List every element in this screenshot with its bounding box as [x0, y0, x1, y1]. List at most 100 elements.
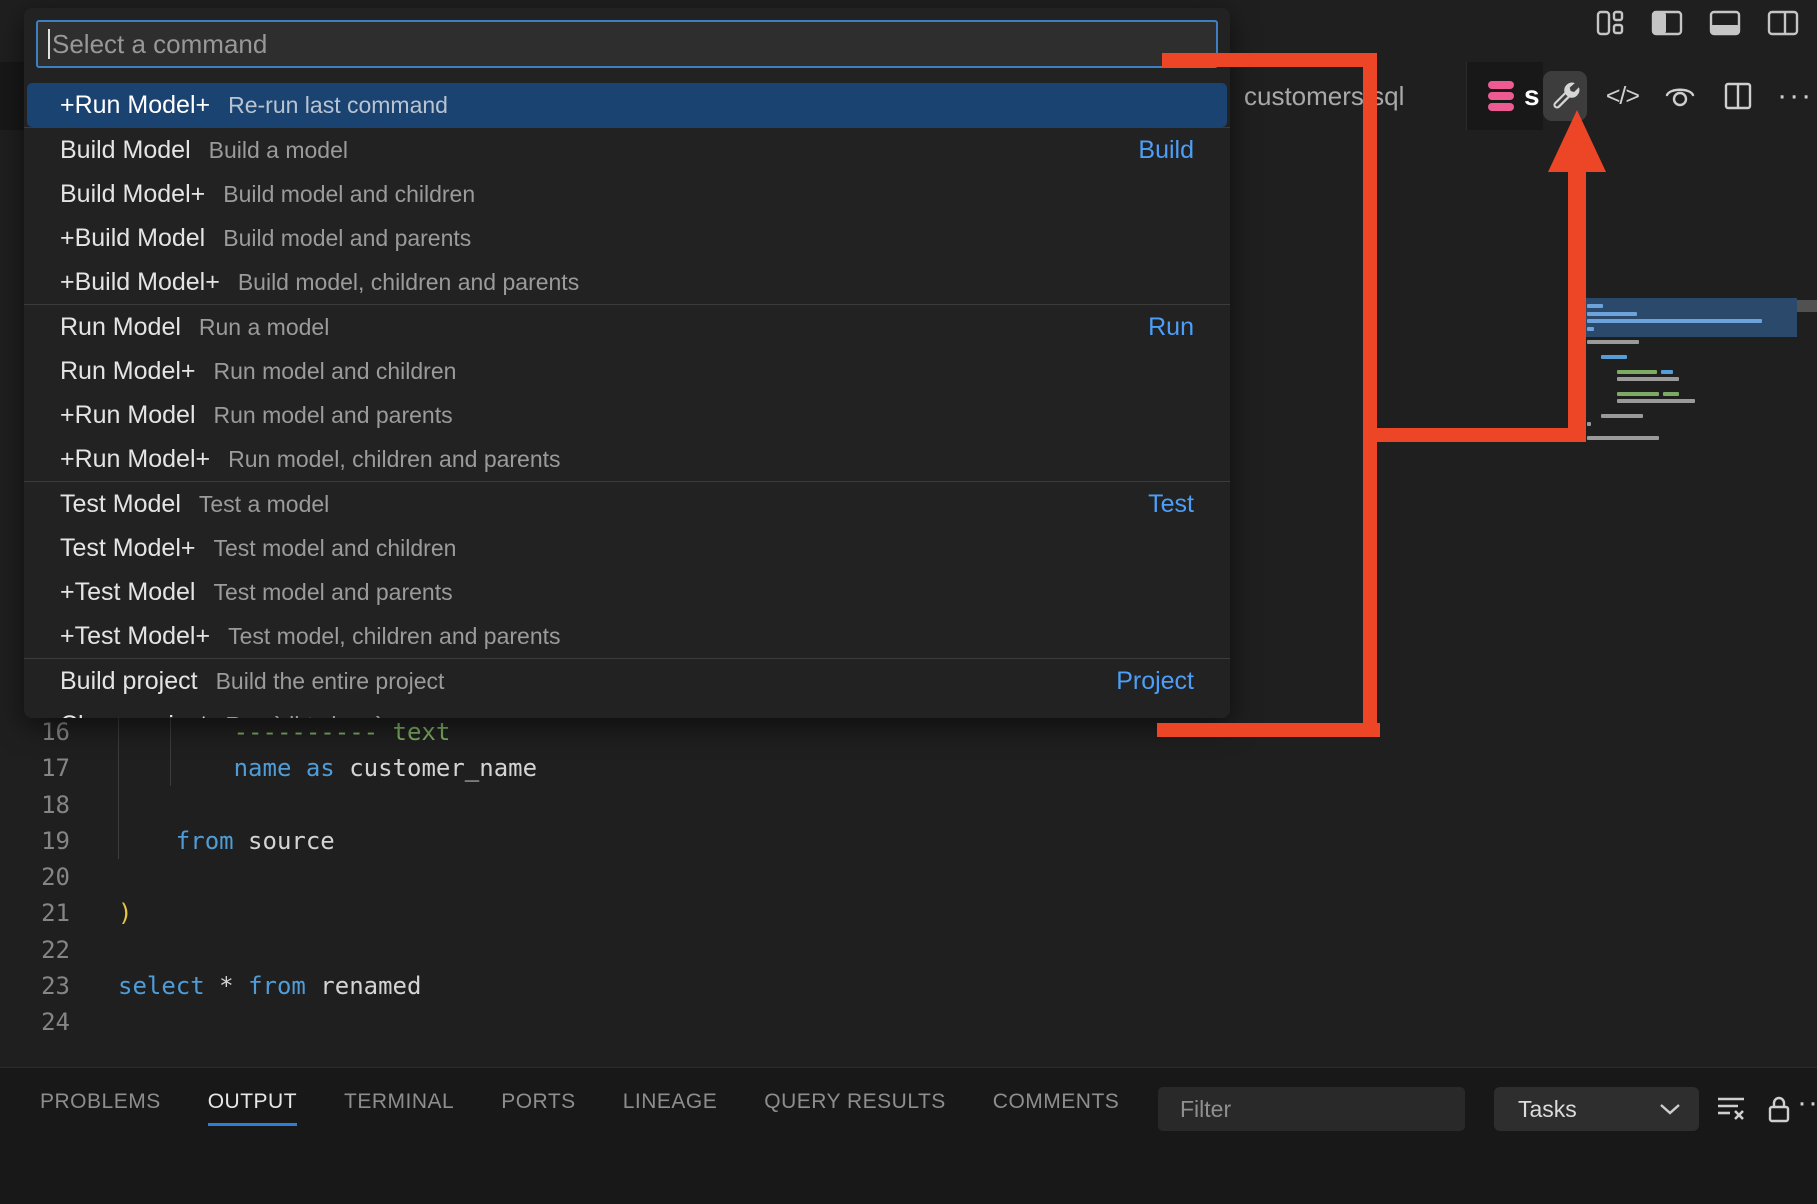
command-item-description: Build model, children and parents [238, 269, 1194, 296]
editor-scrollbar-thumb[interactable] [1797, 300, 1817, 312]
command-item-label: Test Model [60, 490, 181, 519]
command-item-description: Test model, children and parents [228, 623, 1194, 650]
command-item[interactable]: +Test ModelTest model and parents [27, 570, 1227, 614]
tasks-dropdown-value: Tasks [1518, 1096, 1577, 1123]
command-item[interactable]: +Build ModelBuild model and parents [27, 216, 1227, 260]
command-item-category: Project [1116, 667, 1194, 696]
command-palette: Select a command +Run Model+Re-run last … [24, 8, 1230, 718]
line-number: 24 [0, 1008, 70, 1036]
split-editor-icon [1723, 81, 1753, 111]
command-item[interactable]: Clean project Run `dbt clean` [27, 703, 1227, 718]
command-item-label: Clean project [60, 711, 207, 719]
command-item-description: Build model and children [223, 181, 1194, 208]
line-number: 16 [0, 718, 70, 746]
command-item[interactable]: Test Model+Test model and children [27, 526, 1227, 570]
command-item[interactable]: Run ModelRun a modelRun [27, 305, 1227, 349]
command-item-label: Build Model+ [60, 180, 205, 209]
annotation-line-top [1162, 53, 1377, 67]
command-item-label: +Run Model+ [60, 445, 210, 474]
toggle-panel-icon[interactable] [1709, 8, 1741, 38]
command-item-label: +Test Model [60, 578, 196, 607]
command-item[interactable]: Test ModelTest a modelTest [27, 482, 1227, 526]
db-action-group[interactable]: s [1488, 62, 1540, 130]
code-line[interactable]: 23select * from renamed [0, 968, 537, 1004]
code-line[interactable]: 21) [0, 895, 537, 931]
command-item[interactable]: +Test Model+ Test model, children and par… [27, 614, 1227, 658]
command-item-description: Run `dbt clean` [225, 712, 1194, 719]
panel-more-button[interactable]: ··· [1797, 1086, 1817, 1120]
line-number: 23 [0, 972, 70, 1000]
code-icon: </> [1606, 82, 1639, 111]
command-item[interactable]: Run Model+ Run model and children [27, 349, 1227, 393]
command-item[interactable]: Build ModelBuild a modelBuild [27, 128, 1227, 172]
command-input[interactable]: Select a command [36, 20, 1218, 68]
command-item-label: +Test Model+ [60, 622, 210, 651]
preview-button[interactable] [1658, 71, 1702, 121]
command-item[interactable]: Build Model+ Build model and children [27, 172, 1227, 216]
command-item[interactable]: +Run Model+Run model, children and paren… [27, 437, 1227, 481]
more-actions-button[interactable]: ··· [1773, 71, 1817, 121]
command-item-description: Run model and children [214, 358, 1195, 385]
command-item[interactable]: +Run Model+Re-run last command [27, 83, 1227, 127]
command-item-label: Run Model [60, 313, 181, 342]
command-item-label: +Run Model [60, 401, 196, 430]
filter-placeholder: Filter [1180, 1096, 1231, 1123]
line-text: name as customer_name [70, 754, 537, 782]
split-editor-button[interactable] [1716, 71, 1760, 121]
command-item-label: Run Model+ [60, 357, 196, 386]
command-item-label: +Run Model+ [60, 91, 210, 120]
line-number: 22 [0, 936, 70, 964]
tasks-dropdown[interactable]: Tasks [1494, 1087, 1699, 1131]
panel-tabs: PROBLEMS OUTPUT TERMINAL PORTS LINEAGE QUERY … [40, 1090, 1119, 1126]
panel-tab-problems[interactable]: PROBLEMS [40, 1090, 161, 1126]
panel-tab-query-results[interactable]: QUERY RESULTS [764, 1090, 946, 1126]
command-item-category: Test [1148, 490, 1194, 519]
code-line[interactable]: 18 [0, 787, 537, 823]
toggle-right-sidebar-icon[interactable] [1767, 8, 1799, 38]
command-item[interactable]: +Run ModelRun model and parents [27, 393, 1227, 437]
code-line[interactable]: 22 [0, 932, 537, 968]
command-item[interactable]: +Build Model+ Build model, children and p… [27, 260, 1227, 304]
panel-tab-output[interactable]: OUTPUT [208, 1090, 297, 1126]
panel-tab-comments[interactable]: COMMENTS [993, 1090, 1120, 1126]
filter-input[interactable]: Filter [1158, 1087, 1465, 1131]
compile-sql-button[interactable]: </> [1601, 71, 1645, 121]
line-number: 20 [0, 863, 70, 891]
command-item[interactable]: Build projectBuild the entire projectPro… [27, 659, 1227, 703]
panel-tab-ports[interactable]: PORTS [501, 1090, 575, 1126]
panel-tab-lineage[interactable]: LINEAGE [623, 1090, 718, 1126]
line-text: from source [70, 827, 335, 855]
customize-layout-icon[interactable] [1595, 8, 1625, 38]
command-item-category: Build [1138, 136, 1194, 165]
command-item-description: Build a model [209, 137, 1127, 164]
toggle-left-sidebar-icon[interactable] [1651, 8, 1683, 38]
command-item-label: +Build Model [60, 224, 205, 253]
code-line[interactable]: 20 [0, 859, 537, 895]
annotation-line-bottom [1157, 723, 1380, 737]
bottom-panel: PROBLEMS OUTPUT TERMINAL PORTS LINEAGE QUERY … [0, 1067, 1817, 1204]
clear-output-icon [1716, 1094, 1746, 1122]
window-layout-controls [1595, 8, 1799, 38]
tab-label: customers.sql [1244, 81, 1404, 112]
command-item-label: Build project [60, 667, 198, 696]
more-icon: ··· [1797, 1086, 1817, 1119]
minimap[interactable] [1583, 298, 1797, 444]
code-line[interactable]: 24 [0, 1004, 537, 1040]
minimap-highlight-block [1583, 298, 1797, 337]
database-icon [1488, 81, 1514, 111]
line-number: 21 [0, 899, 70, 927]
command-item-label: +Build Model+ [60, 268, 220, 297]
command-item-description: Test model and children [214, 535, 1195, 562]
panel-tab-terminal[interactable]: TERMINAL [344, 1090, 454, 1126]
annotation-arrow-head [1548, 110, 1606, 172]
lock-button[interactable] [1766, 1094, 1792, 1129]
clear-output-button[interactable] [1716, 1094, 1746, 1127]
line-text: ) [70, 899, 132, 927]
tab-customers-sql[interactable]: customers.sql [1230, 62, 1467, 130]
code-line[interactable]: 16 ---------- text [0, 714, 537, 750]
text-caret [48, 29, 50, 59]
line-number: 18 [0, 791, 70, 819]
code-line[interactable]: 19 from source [0, 823, 537, 859]
code-line[interactable]: 17 name as customer_name [0, 750, 537, 786]
chevron-down-icon [1659, 1102, 1681, 1116]
